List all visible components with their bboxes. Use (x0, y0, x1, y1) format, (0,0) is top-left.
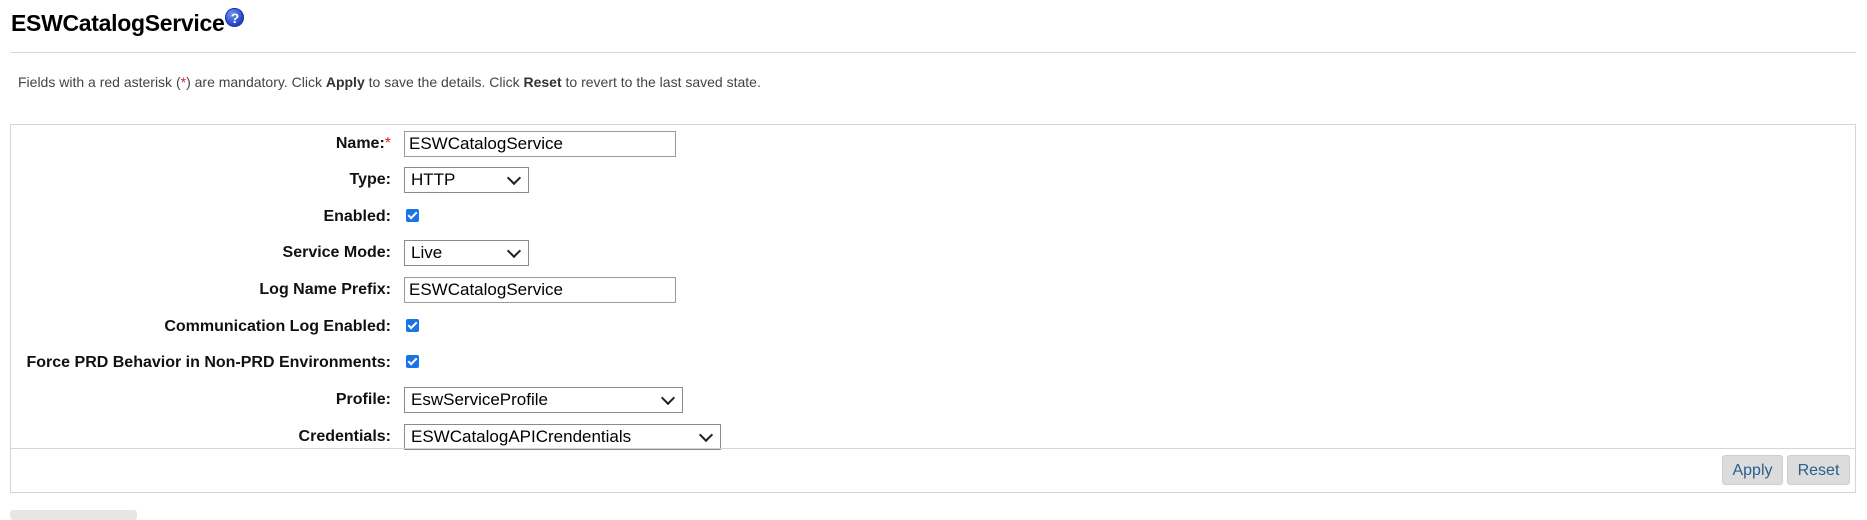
chevron-down-icon (506, 170, 522, 186)
type-select[interactable]: HTTP (404, 167, 529, 193)
apply-button[interactable]: Apply (1722, 455, 1783, 485)
service-mode-selected-value: Live (411, 243, 443, 262)
credentials-selected-value: ESWCatalogAPICrendentials (411, 427, 632, 446)
force-prd-checkbox[interactable] (406, 354, 419, 368)
name-label: Name:* (335, 135, 391, 152)
enabled-checkbox[interactable] (406, 208, 419, 222)
service-mode-control: Live (404, 238, 529, 268)
help-icon[interactable]: ? (225, 8, 245, 27)
form-row-force-prd: Force PRD Behavior in Non-PRD Environmen… (11, 348, 1855, 378)
form-row-log-prefix: Log Name Prefix: (11, 275, 1855, 305)
reset-keyword: Reset (523, 74, 562, 90)
form-row-profile: Profile: EswServiceProfile (11, 385, 1855, 415)
profile-selected-value: EswServiceProfile (411, 390, 548, 409)
profile-select[interactable]: EswServiceProfile (404, 387, 683, 413)
instructions-part: to save the details. Click (364, 74, 524, 90)
communication-log-label: Communication Log Enabled: (164, 318, 391, 335)
type-selected-value: HTTP (411, 170, 456, 189)
title-divider (10, 52, 1856, 53)
instructions-part: Fields with a red asterisk ( (18, 74, 181, 90)
form-row-type: Type: HTTP (11, 165, 1855, 195)
communication-log-control (404, 312, 419, 342)
type-control: HTTP (404, 165, 529, 195)
force-prd-label: Force PRD Behavior in Non-PRD Environmen… (26, 354, 392, 371)
required-mark: * (384, 135, 391, 152)
communication-log-checkbox[interactable] (406, 318, 419, 332)
service-mode-select[interactable]: Live (404, 240, 529, 266)
profile-control: EswServiceProfile (404, 385, 683, 415)
chevron-down-icon (660, 390, 676, 406)
log-name-prefix-control (404, 275, 676, 305)
service-mode-label: Service Mode: (282, 244, 391, 261)
form-row-name: Name:* (11, 129, 1855, 159)
reset-button[interactable]: Reset (1787, 455, 1850, 485)
chevron-down-icon (698, 427, 714, 443)
name-control (404, 129, 676, 159)
instructions-part: ) are mandatory. Click (186, 74, 326, 90)
form-row-communication-log: Communication Log Enabled: (11, 312, 1855, 342)
form-row-service-mode: Service Mode: Live (11, 238, 1855, 268)
form-row-enabled: Enabled: (11, 202, 1855, 232)
instructions-part: to revert to the last saved state. (561, 74, 761, 90)
enabled-control (404, 202, 419, 232)
name-input[interactable] (404, 131, 676, 157)
type-label: Type: (349, 171, 391, 188)
title-row: ESWCatalogService ? (11, 8, 245, 38)
bottom-button-stub[interactable] (10, 510, 137, 520)
instructions-text: Fields with a red asterisk (*) are manda… (18, 74, 761, 90)
force-prd-control (404, 348, 419, 378)
form-actions: Apply Reset (11, 448, 1855, 493)
profile-label: Profile: (335, 391, 391, 408)
chevron-down-icon (506, 243, 522, 259)
credentials-select[interactable]: ESWCatalogAPICrendentials (404, 424, 721, 450)
enabled-label: Enabled: (323, 208, 391, 225)
log-name-prefix-label: Log Name Prefix: (259, 281, 391, 298)
log-name-prefix-input[interactable] (404, 277, 676, 303)
page-title: ESWCatalogService (11, 10, 225, 36)
service-form: Name:* Type: HTTP Enabled: Service Mode:… (10, 124, 1856, 493)
apply-keyword: Apply (325, 74, 365, 90)
